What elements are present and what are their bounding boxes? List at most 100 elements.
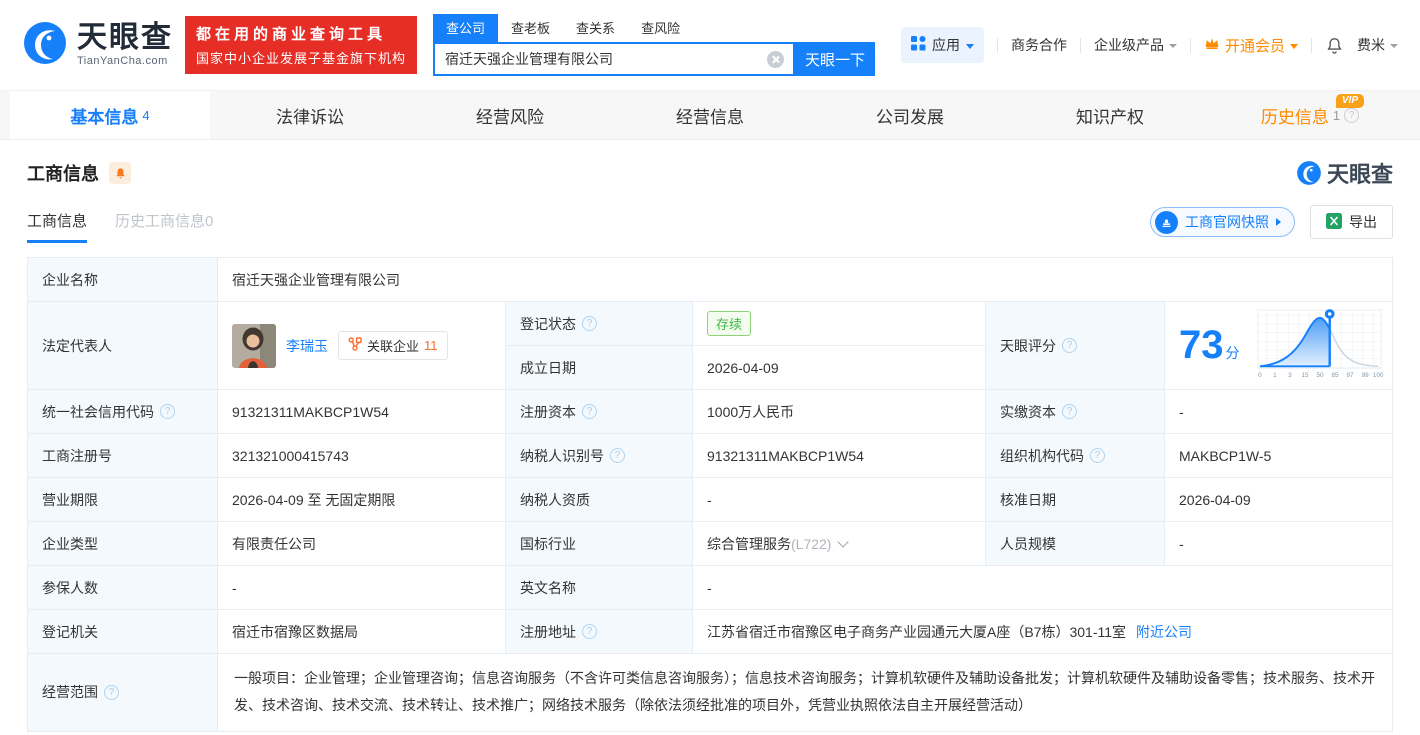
- address-value: 江苏省宿迁市宿豫区电子商务产业园通元大厦A座（B7栋）301-11室: [707, 623, 1127, 640]
- search-tab-relation[interactable]: 查关系: [563, 14, 628, 42]
- subscribe-bell-icon[interactable]: [109, 162, 131, 184]
- tianyancha-logo-icon: [22, 20, 68, 71]
- tab-legal-litigation[interactable]: 法律诉讼: [210, 91, 410, 139]
- tab-count: 1: [1332, 107, 1341, 123]
- open-vip-label: 开通会员: [1224, 37, 1285, 55]
- field-label: 注册地址 ?: [506, 610, 693, 654]
- field-label: 核准日期: [986, 478, 1165, 522]
- field-label: 实缴资本 ?: [986, 390, 1165, 434]
- help-icon[interactable]: ?: [1090, 448, 1105, 463]
- legal-rep-link[interactable]: 李瑞玉: [286, 336, 328, 356]
- field-label: 登记机关: [28, 610, 218, 654]
- subtab-history-business-info[interactable]: 历史工商信息0: [115, 210, 213, 243]
- enterprise-products-label: 企业级产品: [1093, 37, 1164, 53]
- company-nav-tabs: 基本信息 4 法律诉讼 经营风险 经营信息 公司发展 知识产权 VIP 历史信息…: [0, 90, 1420, 140]
- divider: [1079, 37, 1081, 53]
- status-badge: 存续: [707, 311, 752, 336]
- related-companies-badge[interactable]: 关联企业 11: [338, 331, 448, 360]
- search-tab-risk[interactable]: 查风险: [628, 14, 693, 42]
- nearby-companies-link[interactable]: 附近公司: [1136, 622, 1192, 642]
- legal-rep-cell: 李瑞玉 关联企业 11: [218, 302, 506, 390]
- field-label: 国标行业: [506, 522, 693, 566]
- tab-label: 知识产权: [1076, 107, 1144, 127]
- staff-size-value: -: [1165, 522, 1392, 566]
- paid-capital-value: -: [1165, 390, 1392, 434]
- tab-company-development[interactable]: 公司发展: [810, 91, 1010, 139]
- field-label: 统一社会信用代码 ?: [28, 390, 218, 434]
- legal-rep-avatar[interactable]: [232, 323, 276, 368]
- brand-domain: TianYanCha.com: [77, 55, 168, 67]
- export-button[interactable]: 导出: [1310, 205, 1393, 239]
- help-icon[interactable]: ?: [160, 404, 175, 419]
- tab-history-info[interactable]: VIP 历史信息 1 ?: [1210, 91, 1410, 139]
- search-tab-company[interactable]: 查公司: [433, 14, 499, 42]
- subtab-business-info[interactable]: 工商信息: [27, 210, 88, 243]
- tab-operation-info[interactable]: 经营信息: [610, 91, 810, 139]
- tab-label: 经营信息: [676, 107, 744, 127]
- divider: [1311, 37, 1312, 53]
- search-input[interactable]: [435, 51, 768, 67]
- help-icon[interactable]: ?: [1062, 338, 1077, 353]
- est-date-value: 2026-04-09: [693, 346, 986, 390]
- promo-line2: 国家中小企业发展子基金旗下机构: [196, 51, 407, 66]
- english-name-value: -: [693, 566, 1392, 610]
- username: 费米: [1357, 37, 1385, 53]
- business-coop-link[interactable]: 商务合作: [1011, 35, 1067, 55]
- field-label: 营业期限: [28, 478, 218, 522]
- field-label: 企业名称: [28, 258, 218, 302]
- field-label: 天眼评分 ?: [986, 302, 1165, 390]
- score-distribution-chart: 0 1 3 15 50 85 97 99 100: [1256, 305, 1384, 386]
- field-label: 登记状态 ?: [506, 302, 693, 346]
- score-unit: 分: [1225, 345, 1240, 361]
- industry-code: (L722): [791, 535, 832, 552]
- svg-text:15: 15: [1301, 372, 1309, 379]
- promo-banner: 都在用的商业查询工具 国家中小企业发展子基金旗下机构: [185, 16, 418, 74]
- open-vip-menu[interactable]: 开通会员: [1204, 35, 1298, 56]
- tab-basic-info[interactable]: 基本信息 4: [10, 91, 210, 139]
- help-icon[interactable]: ?: [582, 404, 597, 419]
- divider: [1189, 37, 1191, 53]
- address-cell: 江苏省宿迁市宿豫区电子商务产业园通元大厦A座（B7栋）301-11室 附近公司: [693, 610, 1392, 654]
- apps-label: 应用: [931, 37, 960, 53]
- tianyancha-logo[interactable]: 天眼查 TianYanCha.com: [22, 20, 173, 71]
- notification-bell-icon[interactable]: [1325, 36, 1344, 55]
- top-header: 天眼查 TianYanCha.com 都在用的商业查询工具 国家中小企业发展子基…: [0, 0, 1420, 90]
- field-label: 法定代表人: [28, 302, 218, 390]
- search-tab-boss[interactable]: 查老板: [498, 14, 563, 42]
- business-scope-value: 一般项目：企业管理；企业管理咨询；信息咨询服务（不含许可类信息咨询服务）；信息技…: [218, 654, 1392, 731]
- help-icon[interactable]: ?: [610, 448, 625, 463]
- approval-date-value: 2026-04-09: [1165, 478, 1392, 522]
- help-icon[interactable]: ?: [582, 316, 597, 331]
- credit-code-value: 91321311MAKBCP1W54: [218, 390, 506, 434]
- enterprise-products-menu[interactable]: 企业级产品: [1094, 35, 1177, 55]
- official-snapshot-button[interactable]: 工商官网快照: [1150, 207, 1295, 237]
- help-icon[interactable]: ?: [1062, 404, 1077, 419]
- tab-intellectual-property[interactable]: 知识产权: [1010, 91, 1210, 139]
- field-label: 工商注册号: [28, 434, 218, 478]
- org-chart-icon: [348, 337, 362, 354]
- apps-menu[interactable]: 应用: [900, 27, 984, 63]
- taxpayer-id-value: 91321311MAKBCP1W54: [693, 434, 986, 478]
- help-icon[interactable]: ?: [104, 684, 119, 700]
- industry-value: 综合管理服务: [707, 535, 791, 552]
- business-info-section: 工商信息 天眼查 工商信息 历史工商信息0 工商官网快照 导出 企业名称 宿迁天…: [0, 157, 1420, 732]
- chevron-down-icon[interactable]: [837, 535, 850, 548]
- user-menu[interactable]: 费米: [1357, 35, 1398, 55]
- crown-icon: [1204, 36, 1220, 54]
- tab-operation-risk[interactable]: 经营风险: [410, 91, 610, 139]
- tab-count: 4: [142, 107, 150, 123]
- apps-grid-icon: [910, 36, 926, 54]
- help-icon[interactable]: ?: [1344, 107, 1360, 123]
- field-label: 纳税人资质: [506, 478, 693, 522]
- field-label: 参保人数: [28, 566, 218, 610]
- promo-line1: 都在用的商业查询工具: [196, 26, 387, 43]
- related-label: 关联企业: [367, 339, 420, 354]
- svg-text:99: 99: [1361, 372, 1369, 379]
- help-icon[interactable]: ?: [582, 624, 597, 639]
- tab-label: 经营风险: [476, 107, 544, 127]
- insured-value: -: [218, 566, 506, 610]
- search-button[interactable]: 天眼一下: [795, 42, 876, 76]
- field-label: 纳税人识别号 ?: [506, 434, 693, 478]
- score-cell: 73 分 0 1 3 15 50 85 97 99 100: [1165, 302, 1392, 390]
- clear-search-icon[interactable]: [767, 50, 785, 68]
